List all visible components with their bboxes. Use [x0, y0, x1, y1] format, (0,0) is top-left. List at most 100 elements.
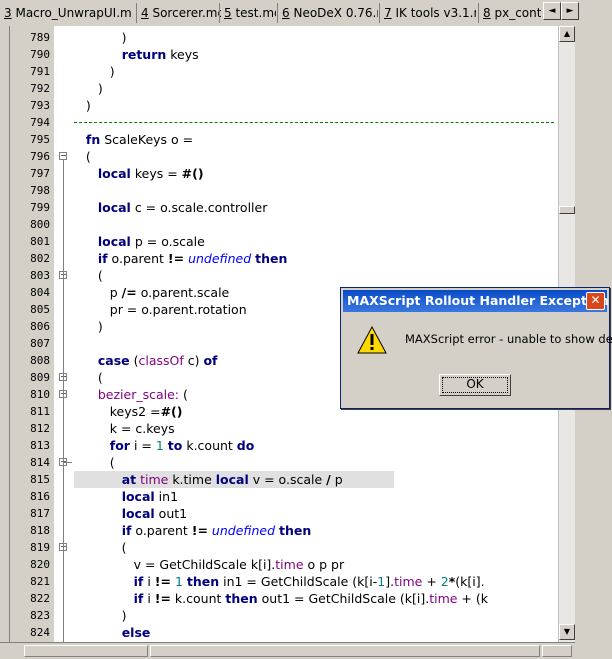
- code-token: 1: [155, 438, 164, 453]
- code-token: in1: [154, 489, 179, 504]
- code-token: (: [74, 455, 115, 470]
- code-line: v = GetChildScale k[i].time o p pr: [74, 556, 345, 573]
- code-token: i =: [129, 438, 156, 453]
- code-line: (: [74, 267, 103, 284]
- code-token: #(): [181, 166, 204, 181]
- line-number: 797: [30, 167, 50, 180]
- code-token: if: [97, 251, 108, 266]
- line-number: 808: [30, 354, 50, 367]
- code-token: p: [74, 285, 122, 300]
- code-line: k = c.keys: [74, 420, 175, 437]
- tab-scroll-left-button[interactable]: ◄: [543, 2, 561, 20]
- code-line: if o.parent != undefined then: [74, 522, 312, 539]
- tab-label: Macro_UnwrapUI.mcr: [15, 6, 132, 20]
- status-bar: [0, 642, 575, 659]
- dialog-title-bar[interactable]: MAXScript Rollout Handler Exception ✕: [343, 290, 609, 312]
- code-token: then: [186, 574, 220, 589]
- line-number: 815: [30, 473, 50, 486]
- code-line: (: [74, 454, 115, 471]
- code-token: (k[i].: [455, 574, 485, 589]
- code-line: else: [74, 624, 151, 641]
- line-number: 816: [30, 490, 50, 503]
- status-pane: [24, 645, 148, 657]
- code-token: time: [140, 472, 169, 487]
- code-token: time: [275, 557, 304, 572]
- code-line: if i != k.count then out1 = GetChildScal…: [74, 590, 488, 607]
- tab-label: NeoDeX 0.76.ms: [293, 6, 378, 20]
- line-number: 810: [30, 388, 50, 401]
- scroll-up-button[interactable]: ▲: [559, 26, 575, 42]
- function-separator: [74, 122, 554, 123]
- code-token: to: [167, 438, 183, 453]
- code-token: keys2 =: [74, 404, 161, 419]
- tab-neodex[interactable]: 6 NeoDeX 0.76.ms: [282, 3, 378, 23]
- tab-ik-tools[interactable]: 7 IK tools v3.1.ms: [384, 3, 476, 23]
- code-line: local keys = #(): [74, 165, 204, 182]
- down-arrow-icon: ▼: [563, 627, 571, 636]
- code-token: ): [74, 98, 91, 113]
- tab-px-control[interactable]: 8 px_control: [483, 3, 541, 23]
- code-line: (: [74, 539, 127, 556]
- code-token: out1: [154, 506, 188, 521]
- code-token: (: [74, 540, 127, 555]
- tab-separator: [136, 3, 137, 23]
- code-token: for: [109, 438, 130, 453]
- line-number: 796: [30, 150, 50, 163]
- line-number: 813: [30, 439, 50, 452]
- code-token: +: [422, 574, 441, 589]
- code-token: ): [74, 64, 115, 79]
- code-line: if i != 1 then in1 = GetChildScale (k[i-…: [74, 573, 485, 590]
- tab-sorcerer[interactable]: 4 Sorcerer.mdl: [141, 3, 221, 23]
- code-token: o.parent: [131, 523, 192, 538]
- line-number: 812: [30, 422, 50, 435]
- tab-scroll-right-button[interactable]: ►: [561, 2, 579, 20]
- tab-test[interactable]: 5 test.mdl: [224, 3, 276, 23]
- line-number: 793: [30, 99, 50, 112]
- code-token: ): [74, 319, 103, 334]
- tab-number: 7: [384, 6, 392, 20]
- tab-separator: [219, 3, 220, 23]
- dialog-close-button[interactable]: ✕: [586, 292, 605, 310]
- tab-separator: [277, 3, 278, 23]
- tab-number: 8: [483, 6, 491, 20]
- code-token: !=: [191, 523, 208, 538]
- code-token: i: [143, 591, 155, 606]
- tab-macro-unwrapui[interactable]: 3 Macro_UnwrapUI.mcr: [4, 3, 132, 23]
- tab-separator: [379, 3, 380, 23]
- line-number: 806: [30, 320, 50, 333]
- line-number: 803: [30, 269, 50, 282]
- line-number: 824: [30, 626, 50, 639]
- code-token: local: [97, 166, 131, 181]
- code-line: (: [74, 369, 103, 386]
- code-token: do: [236, 438, 255, 453]
- ok-button[interactable]: OK: [439, 374, 511, 396]
- line-number: 814: [30, 456, 50, 469]
- code-token: fn: [85, 132, 101, 147]
- line-number: 798: [30, 184, 50, 197]
- code-line: bezier_scale: (: [74, 386, 188, 403]
- scroll-thumb[interactable]: [559, 206, 575, 214]
- code-line: (: [74, 148, 91, 165]
- line-number: 805: [30, 303, 50, 316]
- code-token: c = o.scale.controller: [130, 200, 268, 215]
- code-token: local: [121, 489, 155, 504]
- close-icon: ✕: [590, 293, 601, 307]
- code-token: p = o.scale: [130, 234, 205, 249]
- scroll-down-button[interactable]: ▼: [559, 624, 575, 640]
- code-token: 2: [440, 574, 449, 589]
- code-token: classOf: [138, 353, 184, 368]
- right-arrow-icon: ►: [566, 6, 574, 16]
- code-token: o.parent: [107, 251, 168, 266]
- fold-toggle[interactable]: −: [59, 152, 67, 160]
- line-number: 809: [30, 371, 50, 384]
- editor-left-margin: [0, 26, 10, 642]
- line-number: 802: [30, 252, 50, 265]
- code-line: local c = o.scale.controller: [74, 199, 268, 216]
